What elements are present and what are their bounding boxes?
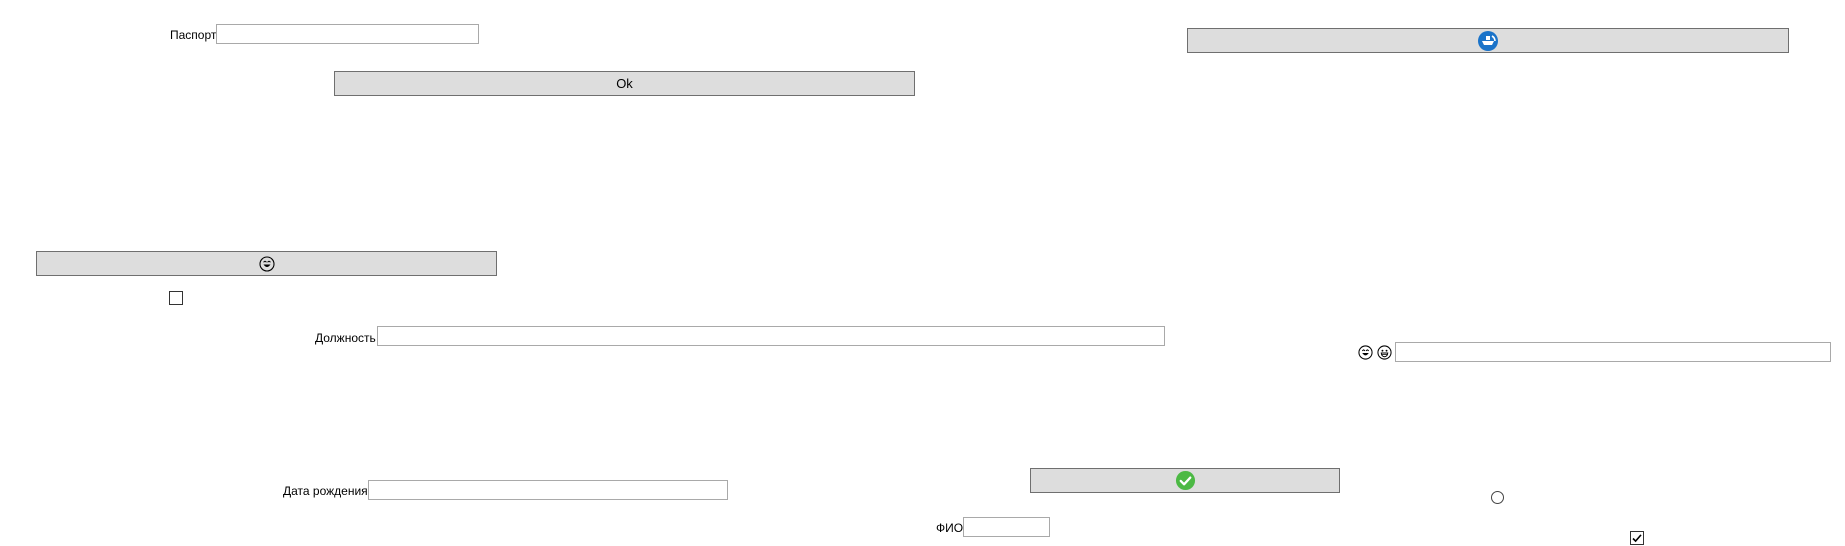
left-checkbox[interactable] (169, 291, 183, 305)
position-label: Должность (315, 331, 376, 345)
confirm-button[interactable] (1030, 468, 1340, 493)
ship-icon-button[interactable] (1187, 28, 1789, 53)
passport-label: Паспорт (170, 28, 217, 42)
green-check-icon (1175, 470, 1196, 491)
ship-icon (1477, 30, 1499, 52)
checkmark-icon (1632, 534, 1642, 543)
birth-date-label: Дата рождения (283, 484, 368, 498)
birth-date-input[interactable] (368, 480, 728, 500)
ok-button[interactable]: Ok (334, 71, 915, 96)
laughing-face-icon (1358, 345, 1373, 360)
ok-button-label: Ok (616, 76, 633, 91)
position-input[interactable] (377, 326, 1165, 346)
emoji-button[interactable] (36, 251, 497, 276)
laughing-face-icon (258, 255, 275, 272)
passport-input[interactable] (216, 24, 479, 44)
fio-input[interactable] (963, 517, 1050, 537)
right-checkbox[interactable] (1630, 531, 1644, 545)
radio-button[interactable] (1491, 491, 1504, 504)
grinning-face-icon (1377, 345, 1392, 360)
fio-label: ФИО (936, 521, 964, 535)
emoji-field-input[interactable] (1395, 342, 1831, 362)
